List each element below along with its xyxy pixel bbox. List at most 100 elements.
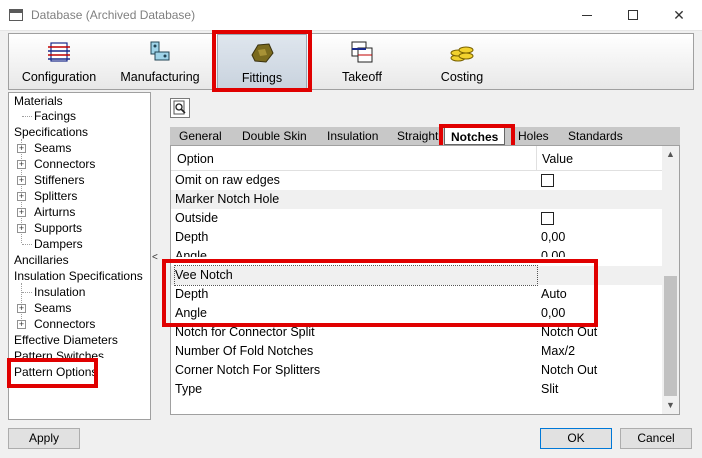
scroll-up-icon[interactable]: ▲ [662, 146, 679, 163]
app-icon [9, 9, 23, 21]
tree-item-pattern-switches[interactable]: Pattern Switches [14, 348, 104, 358]
tree-connector [22, 244, 32, 245]
column-separator [536, 146, 537, 171]
tree-item-splitters[interactable]: Splitters [34, 188, 77, 204]
toolbar-configuration[interactable]: Configuration [15, 34, 103, 89]
tree-item-specifications[interactable]: Specifications [14, 124, 88, 140]
grid-header: Option Value [171, 146, 662, 171]
grid-category-row[interactable]: Vee Notch [171, 265, 662, 286]
takeoff-icon [351, 41, 373, 63]
tree-item-effective-diameters[interactable]: Effective Diameters [14, 332, 118, 348]
expand-icon[interactable]: + [17, 176, 26, 185]
option-value[interactable]: Notch Out [541, 361, 597, 380]
expand-icon[interactable]: + [17, 160, 26, 169]
toolbar-takeoff-label: Takeoff [341, 70, 383, 84]
toolbar-costing[interactable]: Costing [427, 34, 497, 89]
grid-row[interactable]: Outside [171, 209, 662, 228]
tree-item-materials[interactable]: Materials [14, 93, 63, 109]
omit-on-raw-edges-checkbox[interactable] [541, 174, 554, 187]
maximize-button[interactable] [610, 0, 656, 31]
tree-item-ancillaries[interactable]: Ancillaries [14, 252, 69, 268]
grid-row[interactable]: Number Of Fold Notches Max/2 [171, 342, 662, 361]
tab-notches[interactable]: Notches [444, 127, 506, 145]
option-value[interactable]: 0,00 [541, 247, 565, 257]
tree-item-dampers[interactable]: Dampers [34, 236, 83, 252]
expand-icon[interactable]: + [17, 208, 26, 217]
outside-checkbox[interactable] [541, 212, 554, 225]
collapse-arrow-icon[interactable]: < [152, 252, 158, 263]
option-value[interactable]: 0,00 [541, 304, 565, 323]
maximize-icon [628, 10, 638, 20]
option-name: Angle [175, 249, 207, 257]
option-category: Marker Notch Hole [175, 192, 280, 206]
expand-icon[interactable]: + [17, 144, 26, 153]
tree-item-supports[interactable]: Supports [34, 220, 82, 236]
close-icon: ✕ [673, 7, 685, 23]
minimize-button[interactable] [564, 0, 610, 31]
grid-row[interactable]: Angle 0,00 [171, 304, 662, 323]
window-title: Database (Archived Database) [31, 8, 196, 22]
costing-icon [450, 46, 474, 62]
toolbar-fittings[interactable]: Fittings [217, 34, 307, 89]
category-tree: Materials Facings Specifications + Seams… [8, 92, 151, 420]
grid-row[interactable]: Depth Auto [171, 285, 662, 304]
tree-connector [22, 116, 32, 117]
option-name: Outside [175, 211, 219, 225]
apply-button[interactable]: Apply [8, 428, 80, 449]
column-header-value[interactable]: Value [542, 152, 573, 166]
grid-row[interactable]: Omit on raw edges [171, 171, 662, 190]
option-name: Omit on raw edges [175, 173, 280, 187]
tree-item-insulation[interactable]: Insulation [34, 284, 85, 300]
option-name: Corner Notch For Splitters [175, 363, 321, 377]
tree-item-insulation-specifications[interactable]: Insulation Specifications [14, 268, 143, 284]
grid-row[interactable]: Type Slit [171, 380, 662, 399]
tree-item-stiffeners[interactable]: Stiffeners [34, 172, 84, 188]
grid-scrollbar[interactable]: ▲ ▼ [662, 146, 679, 414]
tab-double-skin[interactable]: Double Skin [242, 127, 307, 145]
tab-holes[interactable]: Holes [518, 127, 549, 145]
configuration-icon [48, 42, 70, 62]
tab-insulation[interactable]: Insulation [327, 127, 378, 145]
close-button[interactable]: ✕ [656, 0, 702, 31]
option-value[interactable]: Notch Out [541, 323, 597, 342]
tree-item-airturns[interactable]: Airturns [34, 204, 75, 220]
option-name: Depth [175, 287, 209, 301]
toolbar-costing-label: Costing [440, 70, 484, 84]
tree-connector [22, 292, 32, 293]
toolbar-manufacturing-label: Manufacturing [120, 70, 200, 84]
option-value[interactable]: Slit [541, 380, 558, 399]
tree-item-seams-insulation[interactable]: Seams [34, 300, 71, 316]
expand-icon[interactable]: + [17, 192, 26, 201]
option-value[interactable]: 0,00 [541, 228, 565, 247]
grid-row[interactable]: Depth 0,00 [171, 228, 662, 247]
expand-icon[interactable]: + [17, 224, 26, 233]
ok-button[interactable]: OK [540, 428, 612, 449]
tab-straight[interactable]: Straight [397, 127, 438, 145]
tab-standards[interactable]: Standards [568, 127, 623, 145]
preview-button[interactable] [170, 98, 190, 118]
expand-icon[interactable]: + [17, 320, 26, 329]
expand-icon[interactable]: + [17, 304, 26, 313]
title-bar: Database (Archived Database) ✕ [0, 0, 702, 31]
tree-item-connectors-insulation[interactable]: Connectors [34, 316, 95, 332]
tree-item-facings[interactable]: Facings [34, 108, 76, 124]
tree-item-connectors[interactable]: Connectors [34, 156, 95, 172]
option-value[interactable]: Max/2 [541, 342, 575, 361]
grid-row[interactable]: Angle 0,00 [171, 247, 662, 257]
fittings-icon [251, 43, 274, 63]
toolbar-fittings-label: Fittings [241, 71, 283, 85]
toolbar-manufacturing[interactable]: Manufacturing [115, 34, 205, 89]
option-value[interactable]: Auto [541, 285, 567, 304]
scroll-down-icon[interactable]: ▼ [662, 397, 679, 414]
grid-row[interactable]: Corner Notch For Splitters Notch Out [171, 361, 662, 380]
scroll-thumb[interactable] [664, 276, 677, 396]
tree-item-seams[interactable]: Seams [34, 140, 71, 156]
tree-item-pattern-options[interactable]: Pattern Options [14, 364, 97, 380]
toolbar-takeoff[interactable]: Takeoff [327, 34, 397, 89]
grid-category-row[interactable]: Marker Notch Hole [171, 190, 662, 209]
cancel-button[interactable]: Cancel [620, 428, 692, 449]
panel-splitter[interactable]: < [151, 92, 159, 420]
column-header-option[interactable]: Option [177, 152, 214, 166]
tab-general[interactable]: General [179, 127, 222, 145]
grid-row[interactable]: Notch for Connector Split Notch Out [171, 323, 662, 342]
